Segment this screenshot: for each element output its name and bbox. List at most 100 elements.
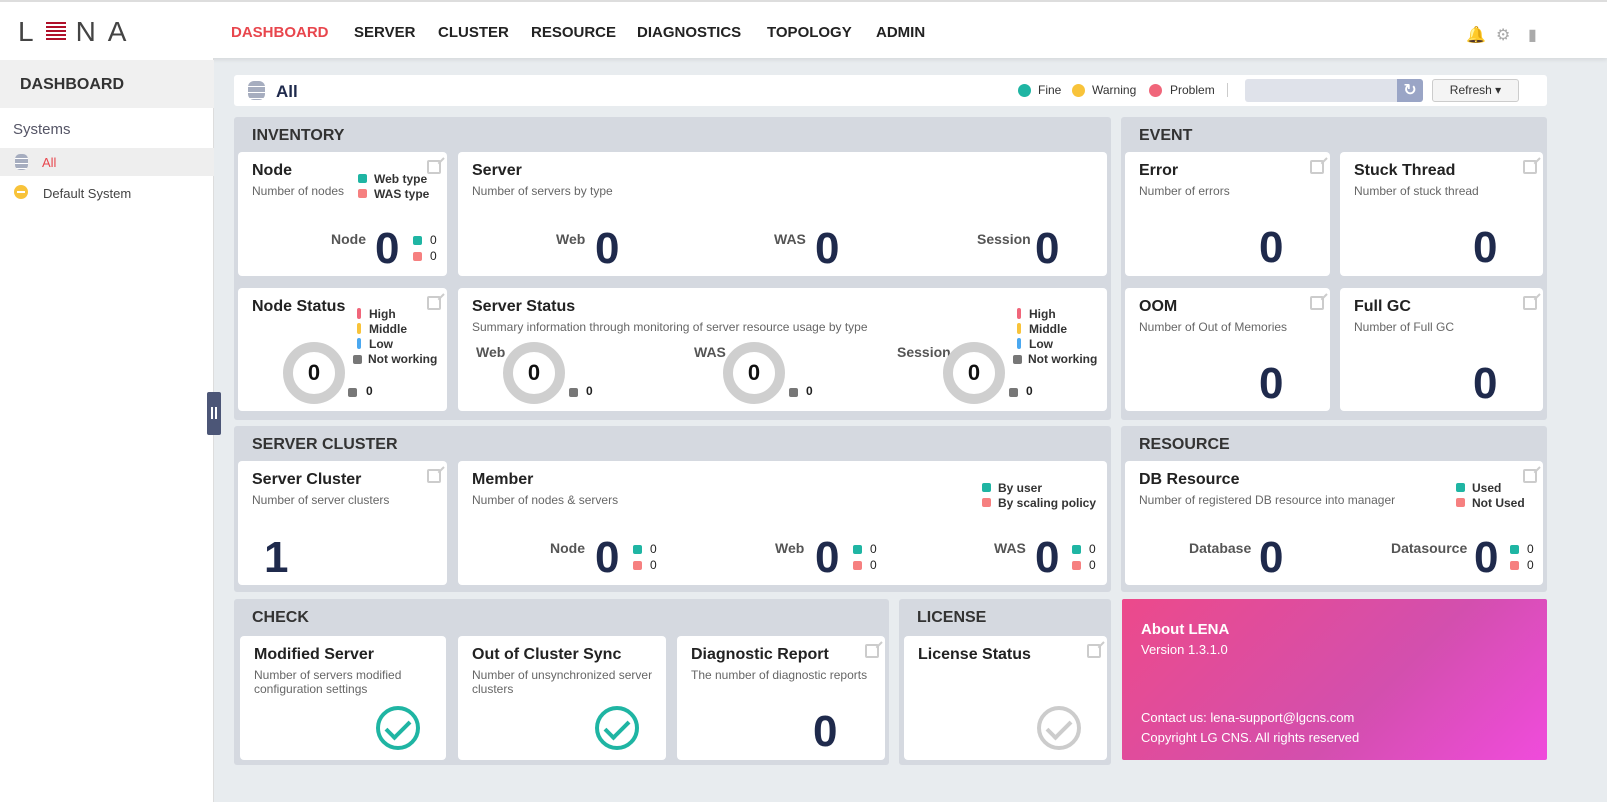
swatch [1072, 545, 1081, 554]
reload-button[interactable]: ↻ [1397, 79, 1423, 102]
swatch [633, 561, 642, 570]
modified-server-card: Modified Server Number of servers modifie… [240, 636, 446, 760]
session-label: Session [897, 344, 951, 360]
card-title: Node [252, 162, 292, 179]
card-title: Full GC [1354, 298, 1411, 315]
check-section: CHECK Modified Server Number of servers m… [234, 599, 889, 765]
was-label: WAS [774, 231, 806, 247]
session-count: 0 [1035, 224, 1060, 273]
problem-icon [1149, 84, 1162, 97]
member-card: Member Number of nodes & servers By user… [458, 461, 1107, 585]
card-title: Error [1139, 162, 1179, 179]
card-subtitle: Number of Full GC [1354, 320, 1455, 334]
nav-resource[interactable]: RESOURCE [531, 24, 616, 41]
cluster-sync-card: Out of Cluster Sync Number of unsynchroni… [458, 636, 666, 760]
web-status-donut: 0 [503, 342, 565, 404]
check-circle-icon [376, 706, 420, 750]
not-used-count: 0 [1527, 558, 1534, 572]
external-link-icon[interactable] [1310, 296, 1324, 310]
nav-topology[interactable]: TOPOLOGY [767, 24, 852, 41]
nav-diagnostics[interactable]: DIAGNOSTICS [637, 24, 741, 41]
external-link-icon[interactable] [1523, 160, 1537, 174]
session-status-donut: 0 [943, 342, 1005, 404]
card-subtitle: Number of Out of Memories [1139, 320, 1288, 334]
by-user-count: 0 [1089, 542, 1096, 556]
bell-icon[interactable]: 🔔 [1466, 28, 1486, 44]
refresh-label: Refresh [1449, 83, 1492, 97]
was-count: 0 [430, 249, 437, 263]
external-link-icon[interactable] [427, 160, 441, 174]
warning-icon [14, 185, 28, 199]
sidebar-item-default-system[interactable]: Default System [0, 178, 214, 206]
swatch [633, 545, 642, 554]
web-label: Web [556, 231, 586, 247]
was-swatch [413, 252, 422, 261]
web-not-working-count: 0 [586, 384, 593, 398]
was-count: 0 [815, 224, 840, 273]
sidebar-toggle-handle[interactable] [207, 392, 221, 435]
session-not-working-count: 0 [1026, 384, 1033, 398]
section-title: EVENT [1139, 127, 1193, 144]
web-label: Web [775, 540, 805, 556]
logo[interactable]: L NA [18, 16, 138, 48]
external-link-icon[interactable] [1523, 469, 1537, 483]
external-link-icon[interactable] [427, 296, 441, 310]
node-label: Node [331, 231, 366, 247]
by-user-swatch [982, 483, 991, 492]
license-status-card: License Status [904, 636, 1107, 760]
card-subtitle: Number of registered DB resource into ma… [1139, 493, 1396, 507]
was-type-swatch [358, 189, 367, 198]
logout-icon[interactable]: ▮ [1528, 28, 1544, 44]
section-title: SERVER CLUSTER [252, 436, 398, 453]
nav-admin[interactable]: ADMIN [876, 24, 925, 41]
not-working-swatch [789, 388, 798, 397]
contact[interactable]: Contact us: lena-support@lgcns.com [1141, 710, 1354, 725]
external-link-icon[interactable] [865, 644, 879, 658]
sidebar-section: Systems [13, 121, 71, 138]
card-title: Diagnostic Report [691, 646, 829, 663]
nav-dashboard[interactable]: DASHBOARD [231, 24, 329, 41]
node-count: 0 [375, 224, 400, 273]
datasource-label: Datasource [1391, 540, 1468, 556]
swatch [1072, 561, 1081, 570]
by-scaling-count: 0 [870, 558, 877, 572]
legend-used: Used [1472, 481, 1502, 495]
web-label: Web [476, 344, 506, 360]
legend-by-scaling-policy: By scaling policy [998, 496, 1097, 510]
external-link-icon[interactable] [1310, 160, 1324, 174]
stuck-thread-count: 0 [1473, 223, 1498, 272]
nav-server[interactable]: SERVER [354, 24, 415, 41]
legend-middle: Middle [1017, 322, 1067, 336]
sidebar-item-all[interactable]: All [0, 148, 214, 176]
by-scaling-count: 0 [1089, 558, 1096, 572]
card-title: Node Status [252, 298, 346, 315]
web-count: 0 [430, 233, 437, 247]
external-link-icon[interactable] [427, 469, 441, 483]
external-link-icon[interactable] [1087, 644, 1101, 658]
legend-high: High [357, 307, 396, 321]
card-subtitle: Number of errors [1139, 184, 1230, 198]
card-subtitle: Number of server clusters [252, 493, 390, 507]
card-title: Modified Server [254, 646, 375, 663]
card-title: Server Status [472, 298, 576, 315]
sidebar: DASHBOARD Systems All Default System [0, 58, 214, 802]
node-status-donut: 0 [283, 342, 345, 404]
database-icon [15, 154, 28, 170]
was-label: WAS [694, 344, 726, 360]
nav-cluster[interactable]: CLUSTER [438, 24, 509, 41]
server-cluster-section: SERVER CLUSTER Server Cluster Number of s… [234, 426, 1111, 592]
gear-icon[interactable]: ⚙ [1496, 28, 1512, 44]
card-title: OOM [1139, 298, 1178, 315]
card-subtitle: Summary information through monitoring o… [472, 320, 868, 334]
external-link-icon[interactable] [1523, 296, 1537, 310]
refresh-dropdown[interactable]: Refresh ▾ [1432, 79, 1519, 102]
search-input[interactable] [1245, 79, 1397, 102]
section-title: LICENSE [917, 609, 987, 626]
used-count: 0 [1527, 542, 1534, 556]
sidebar-title: DASHBOARD [0, 60, 214, 108]
diagnostic-report-card: Diagnostic Report The number of diagnosti… [677, 636, 885, 760]
legend-by-user: By user [998, 481, 1043, 495]
card-title: DB Resource [1139, 471, 1240, 488]
legend-warning: Warning [1092, 83, 1137, 97]
node-count: 0 [595, 533, 620, 582]
